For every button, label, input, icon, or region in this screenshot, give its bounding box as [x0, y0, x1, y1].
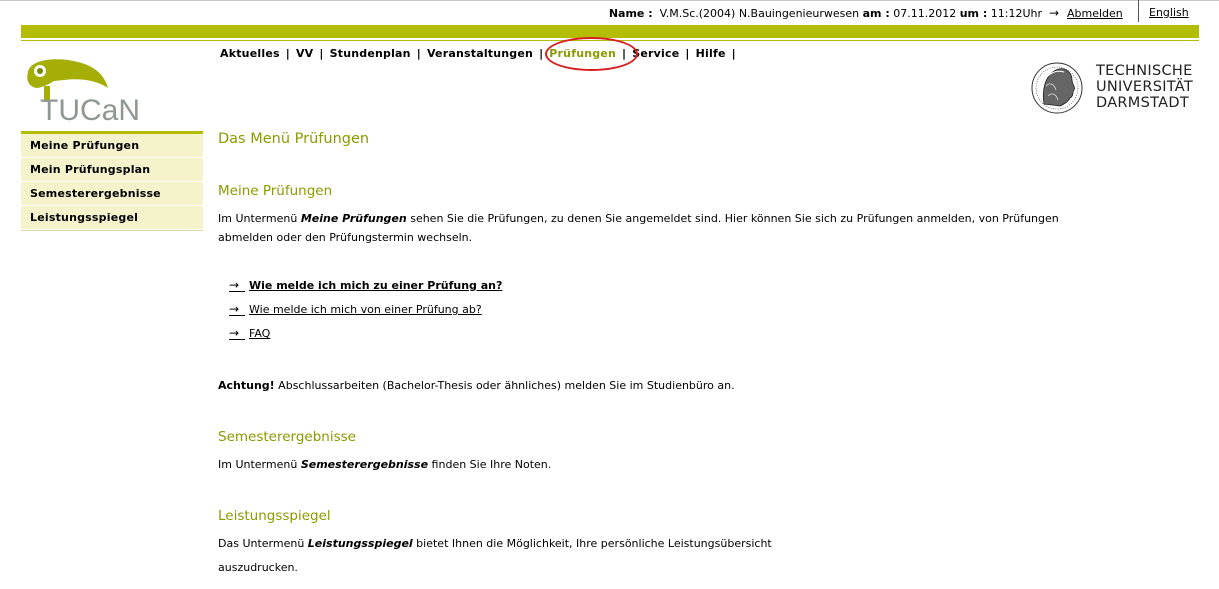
text-part: Im Untermenü: [218, 212, 301, 225]
nav-item-service[interactable]: Service: [632, 47, 679, 60]
text-part: Im Untermenü: [218, 458, 301, 471]
text-part: finden Sie Ihre Noten.: [428, 458, 552, 471]
text-part: abmelden oder den Prüfungstermin wechsel…: [218, 231, 473, 244]
arrow-right-icon: →: [1049, 6, 1060, 20]
page-title: Das Menü Prüfungen: [218, 131, 370, 147]
user-info: Name : V.M.Sc.(2004) N.Bauingenieurwesen…: [609, 7, 1042, 20]
notice-strong: Achtung!: [218, 379, 275, 392]
tud-line-3: DARMSTADT: [1096, 95, 1189, 111]
link-label[interactable]: FAQ: [249, 327, 270, 340]
tud-wordmark: TECHNISCHE UNIVERSITÄT DARMSTADT: [1096, 63, 1193, 111]
sidebar-item-semesterergebnisse[interactable]: Semesterergebnisse: [21, 182, 203, 206]
notice-text: Achtung! Abschlussarbeiten (Bachelor-The…: [218, 376, 1118, 395]
section-text-leistungsspiegel: Das Untermenü Leistungsspiegel bietet Ih…: [218, 532, 1118, 580]
link-label[interactable]: Wie melde ich mich von einer Prüfung ab?: [249, 303, 482, 316]
main-nav: Aktuelles | VV | Stundenplan | Veranstal…: [220, 47, 742, 60]
language-link[interactable]: English: [1149, 6, 1189, 19]
nav-separator: |: [319, 47, 324, 60]
athena-head-icon: [1031, 62, 1083, 114]
sidebar-bottom-line: [21, 230, 203, 231]
nav-item-aktuelles[interactable]: Aktuelles: [220, 47, 280, 60]
header-green-bar: [21, 25, 1199, 38]
sidebar-item-leistungsspiegel[interactable]: Leistungsspiegel: [21, 206, 203, 230]
sidebar: Meine Prüfungen Mein Prüfungsplan Semest…: [21, 131, 203, 231]
help-link-faq[interactable]: → FAQ: [229, 327, 270, 340]
link-label[interactable]: Wie melde ich mich zu einer Prüfung an?: [249, 279, 502, 292]
nav-separator: |: [285, 47, 290, 60]
logout-link[interactable]: → Abmelden: [1049, 6, 1123, 20]
section-heading-semesterergebnisse: Semesterergebnisse: [218, 429, 356, 445]
tucan-wordmark: TUCaN: [40, 94, 140, 124]
sidebar-item-meine-pruefungen[interactable]: Meine Prüfungen: [21, 134, 203, 158]
section-heading-leistungsspiegel: Leistungsspiegel: [218, 508, 331, 524]
tucan-pupil: [37, 68, 43, 74]
text-part: bietet Ihnen die Möglichkeit, Ihre persö…: [412, 537, 772, 550]
nav-item-vv[interactable]: VV: [296, 47, 313, 60]
date-label: am :: [862, 7, 890, 20]
highlight-circle: [545, 37, 638, 71]
nav-separator: |: [539, 47, 544, 60]
name-value: V.M.Sc.(2004) N.Bauingenieurwesen: [659, 7, 860, 20]
text-part: Das Untermenü: [218, 537, 308, 550]
help-link-unregister[interactable]: → Wie melde ich mich von einer Prüfung ab…: [229, 303, 482, 316]
nav-separator: |: [416, 47, 421, 60]
time-value: 11:12Uhr: [990, 7, 1042, 20]
nav-separator: |: [731, 47, 736, 60]
section-text-semesterergebnisse: Im Untermenü Semesterergebnisse finden S…: [218, 455, 1118, 474]
arrow-right-icon: →: [229, 303, 245, 316]
tud-line-1: TECHNISCHE: [1096, 63, 1193, 79]
text-part: Abschlussarbeiten (Bachelor-Thesis oder …: [274, 379, 735, 392]
text-part: sehen Sie die Prüfungen, zu denen Sie an…: [406, 212, 1059, 225]
sidebar-item-mein-pruefungsplan[interactable]: Mein Prüfungsplan: [21, 158, 203, 182]
section-heading-meine-pruefungen: Meine Prüfungen: [218, 183, 333, 199]
nav-item-hilfe[interactable]: Hilfe: [696, 47, 726, 60]
emphasis: Leistungsspiegel: [307, 537, 413, 550]
tud-line-2: UNIVERSITÄT: [1096, 79, 1194, 95]
emphasis: Semesterergebnisse: [300, 458, 429, 471]
status-bar: Name : V.M.Sc.(2004) N.Bauingenieurwesen…: [0, 0, 1219, 24]
logout-label[interactable]: Abmelden: [1067, 7, 1123, 20]
nav-separator: |: [685, 47, 690, 60]
time-label: um :: [959, 7, 988, 20]
section-text-meine-pruefungen: Im Untermenü Meine Prüfungen sehen Sie d…: [218, 209, 1118, 247]
arrow-right-icon: →: [229, 279, 245, 292]
help-link-register[interactable]: → Wie melde ich mich zu einer Prüfung an?: [229, 279, 502, 292]
tucan-logo[interactable]: TUCaN: [24, 58, 154, 124]
name-label: Name :: [608, 7, 653, 20]
nav-item-veranstaltungen[interactable]: Veranstaltungen: [427, 47, 533, 60]
text-part: auszudrucken.: [218, 561, 298, 574]
date-value: 07.11.2012: [893, 7, 957, 20]
arrow-right-icon: →: [229, 327, 245, 340]
nav-item-stundenplan[interactable]: Stundenplan: [330, 47, 411, 60]
divider: [1138, 0, 1139, 22]
emphasis: Meine Prüfungen: [300, 212, 407, 225]
